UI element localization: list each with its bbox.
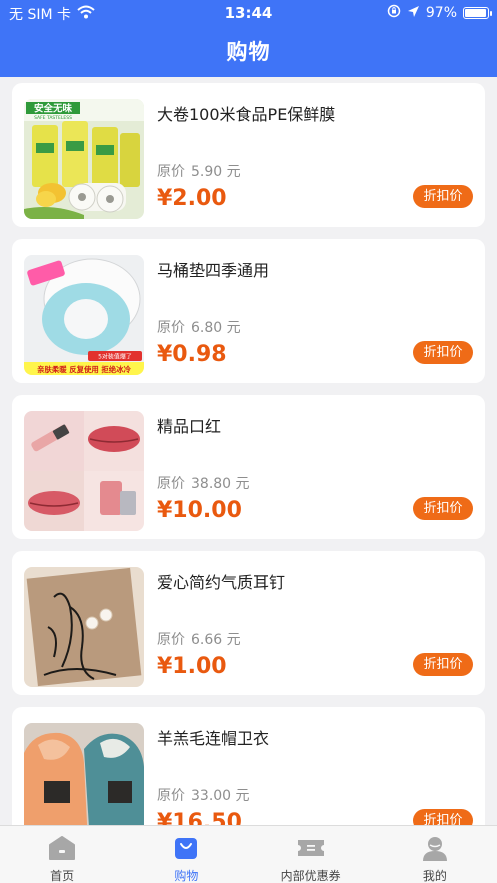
tab-label: 内部优惠券 <box>280 869 341 883</box>
coupon-icon <box>297 835 325 861</box>
product-title[interactable]: 精品口红 <box>157 413 221 437</box>
image-badge-text: 5对装值爆了 <box>98 353 132 361</box>
product-list[interactable]: 安全无味 SAFE TASTELESS 大卷100米食品PE保鲜膜 原价 5.9… <box>0 77 497 825</box>
battery-percent: 97% <box>425 5 457 21</box>
location-icon <box>407 5 420 22</box>
original-price-value: 5.90 元 <box>191 164 241 180</box>
battery-level <box>465 9 487 17</box>
product-image-hoodie[interactable] <box>24 723 144 825</box>
product-card[interactable]: 安全无味 SAFE TASTELESS 大卷100米食品PE保鲜膜 原价 5.9… <box>12 83 485 227</box>
discount-price-button[interactable]: 折扣价 <box>413 653 473 676</box>
discount-price-button[interactable]: 折扣价 <box>413 185 473 208</box>
original-price-value: 6.66 元 <box>191 632 241 648</box>
tab-label: 购物 <box>174 869 199 883</box>
original-price-value: 33.00 元 <box>191 788 250 804</box>
discount-price: ¥1.00 <box>157 654 227 679</box>
product-card[interactable]: 5对装值爆了 亲肤柔暖 反复使用 拒绝冰冷 马桶垫四季通用 原价 6.80 元 ¥… <box>12 239 485 383</box>
original-price-label: 原价 <box>157 164 185 180</box>
original-price: 原价 5.90 元 <box>157 161 241 181</box>
original-price-label: 原价 <box>157 476 185 492</box>
original-price-value: 38.80 元 <box>191 476 250 492</box>
original-price-label: 原价 <box>157 788 185 804</box>
image-banner-text: 安全无味 <box>34 103 73 115</box>
tab-mine[interactable]: 我的 <box>373 826 497 883</box>
product-title[interactable]: 爱心简约气质耳钉 <box>157 569 285 593</box>
tab-home[interactable]: 首页 <box>0 826 124 883</box>
image-caption-text: 亲肤柔暖 反复使用 拒绝冰冷 <box>37 365 131 374</box>
original-price: 原价 6.80 元 <box>157 317 241 337</box>
original-price: 原价 38.80 元 <box>157 473 250 493</box>
product-card[interactable]: 羊羔毛连帽卫衣 原价 33.00 元 ¥16.50 折扣价 <box>12 707 485 825</box>
image-banner-subtext: SAFE TASTELESS <box>34 115 72 121</box>
original-price-label: 原价 <box>157 632 185 648</box>
rotation-lock-icon <box>387 4 401 22</box>
tab-label: 首页 <box>50 869 75 883</box>
shopping-bag-icon <box>172 835 200 861</box>
tab-bar: 首页 购物 内部优惠券 我的 <box>0 825 497 883</box>
product-title[interactable]: 大卷100米食品PE保鲜膜 <box>157 101 335 125</box>
original-price-label: 原价 <box>157 320 185 336</box>
tab-coupons[interactable]: 内部优惠券 <box>249 826 373 883</box>
product-title[interactable]: 马桶垫四季通用 <box>157 257 269 281</box>
product-card[interactable]: 精品口红 原价 38.80 元 ¥10.00 折扣价 <box>12 395 485 539</box>
home-icon <box>48 835 76 861</box>
discount-price: ¥16.50 <box>157 810 242 825</box>
discount-price-button[interactable]: 折扣价 <box>413 809 473 825</box>
status-bar: 无 SIM 卡 13:44 97% <box>0 0 497 26</box>
discount-price: ¥2.00 <box>157 186 227 211</box>
header: 无 SIM 卡 13:44 97% 购物 <box>0 0 497 77</box>
tab-label: 我的 <box>422 869 447 883</box>
product-image-earrings[interactable] <box>24 567 144 687</box>
product-title[interactable]: 羊羔毛连帽卫衣 <box>157 725 269 749</box>
product-image-cling-film[interactable]: 安全无味 SAFE TASTELESS <box>24 99 144 219</box>
discount-price-button[interactable]: 折扣价 <box>413 497 473 520</box>
discount-price-button[interactable]: 折扣价 <box>413 341 473 364</box>
user-icon <box>421 835 449 861</box>
original-price-value: 6.80 元 <box>191 320 241 336</box>
product-image-toilet-seat[interactable]: 5对装值爆了 亲肤柔暖 反复使用 拒绝冰冷 <box>24 255 144 375</box>
discount-price: ¥10.00 <box>157 498 242 523</box>
product-image-lipstick[interactable] <box>24 411 144 531</box>
discount-price: ¥0.98 <box>157 342 227 367</box>
battery-icon <box>463 7 492 19</box>
original-price: 原价 33.00 元 <box>157 785 250 805</box>
tab-shopping[interactable]: 购物 <box>124 826 248 883</box>
original-price: 原价 6.66 元 <box>157 629 241 649</box>
page-title: 购物 <box>226 40 271 64</box>
product-card[interactable]: 爱心简约气质耳钉 原价 6.66 元 ¥1.00 折扣价 <box>12 551 485 695</box>
